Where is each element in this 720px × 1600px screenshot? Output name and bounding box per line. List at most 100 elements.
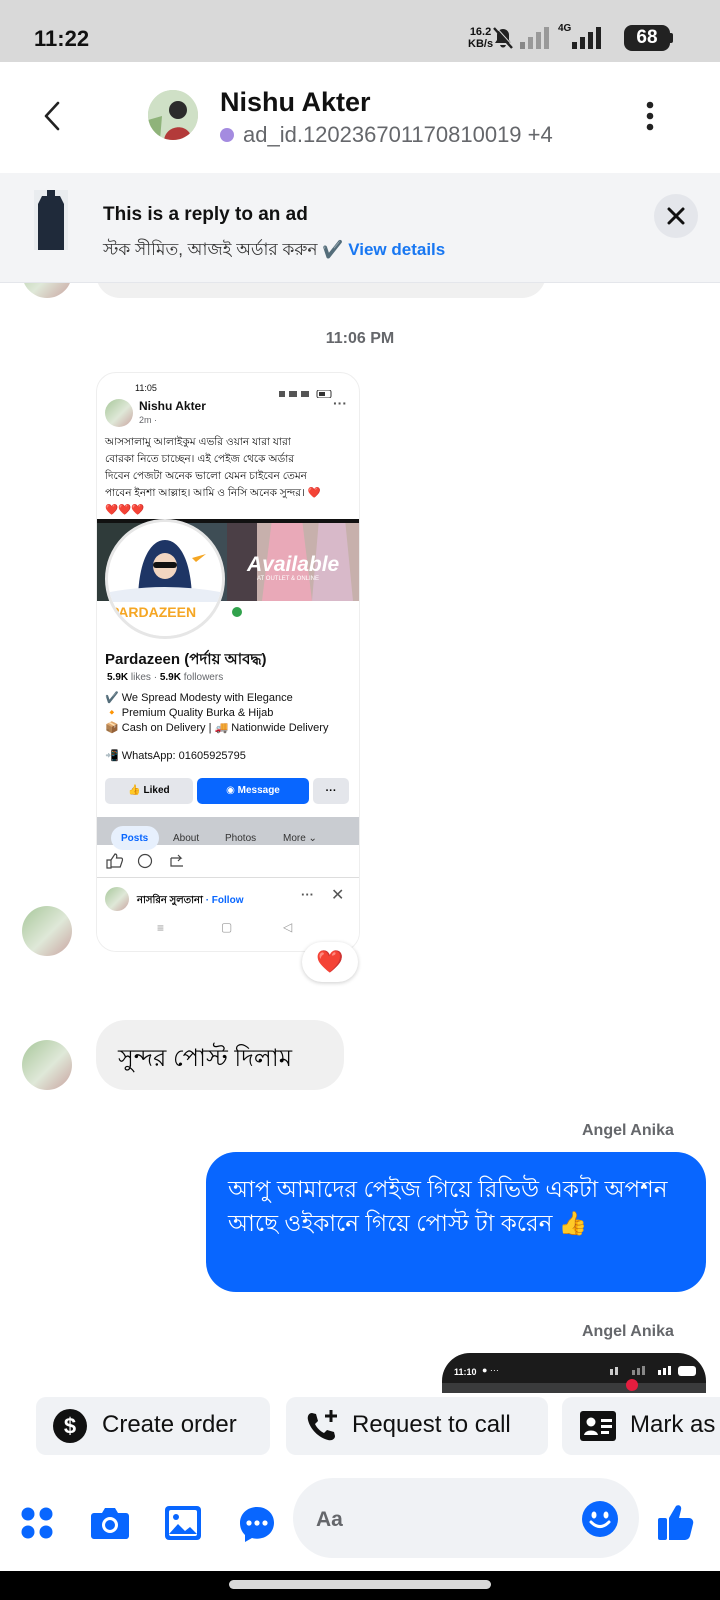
shot-post-actions bbox=[105, 852, 195, 870]
message-timestamp: 11:06 PM bbox=[325, 330, 395, 347]
preview-status-time: 11:10 bbox=[454, 1367, 477, 1377]
outgoing-screenshot-preview[interactable]: 11:10 ● ··· bbox=[442, 1353, 706, 1393]
request-to-call-button[interactable]: Request to call bbox=[286, 1397, 548, 1455]
ad-indicator-dot bbox=[220, 128, 234, 142]
messenger-icon: ◉ bbox=[226, 785, 235, 796]
shot-page-logo: PARDAZEEN bbox=[105, 519, 225, 639]
shot-online-dot bbox=[230, 605, 244, 619]
ad-reply-banner[interactable]: This is a reply to an ad স্টক সীমিত, আজই… bbox=[0, 173, 720, 283]
network-speed-value: 16.2 bbox=[469, 26, 492, 38]
outgoing-message-bubble[interactable]: আপু আমাদের পেইজ গিয়ে রিভিউ একটা অপশন আছ… bbox=[206, 1152, 706, 1292]
request-to-call-label: Request to call bbox=[352, 1411, 511, 1438]
incoming-message-text: সুন্দর পোস্ট দিলাম bbox=[118, 1045, 293, 1072]
like-icon[interactable] bbox=[656, 1502, 696, 1542]
bio-line: 📦 Cash on Delivery | 🚚 Nationwide Delive… bbox=[105, 722, 329, 734]
apps-icon[interactable] bbox=[20, 1506, 54, 1540]
heart-icon: ❤️ bbox=[316, 949, 344, 974]
shot-author-avatar bbox=[105, 399, 133, 427]
home-gesture-handle[interactable] bbox=[229, 1580, 491, 1589]
chat-header: Nishu Akter ad_id.120236701170810019 +4 bbox=[0, 62, 720, 172]
shot-next-avatar bbox=[105, 887, 129, 911]
heart-reaction[interactable]: ❤️ bbox=[302, 942, 358, 982]
shot-next-post-header: নাসরিন সুলতানা · Follow bbox=[137, 893, 243, 910]
bio-line: ✔️ We Spread Modesty with Elegance bbox=[105, 692, 293, 704]
shot-next-author: নাসরিন সুলতানা bbox=[137, 895, 203, 906]
contact-avatar[interactable] bbox=[148, 90, 198, 140]
shot-tab-about: About bbox=[173, 833, 200, 844]
incoming-message-bubble[interactable]: সুন্দর পোস্ট দিলাম bbox=[96, 1020, 344, 1090]
emoji-icon[interactable] bbox=[581, 1500, 619, 1538]
preview-strip bbox=[442, 1383, 706, 1393]
shot-next-menu-icon: ··· bbox=[301, 887, 314, 902]
shot-tab-photos: Photos bbox=[225, 833, 257, 844]
create-order-label: Create order bbox=[102, 1411, 237, 1438]
shot-message-label: Message bbox=[237, 785, 280, 796]
mute-icon bbox=[493, 26, 514, 49]
battery-indicator: 68 bbox=[624, 25, 670, 51]
cover-sub-text: AT OUTLET & ONLINE bbox=[257, 576, 320, 582]
sender-name: Angel Anika bbox=[582, 1323, 674, 1340]
ad-reply-title: This is a reply to an ad bbox=[103, 204, 308, 225]
ad-reply-text: স্টক সীমিত, আজই অর্ডার করুন ✔️ View deta… bbox=[103, 237, 445, 265]
status-time: 11:22 bbox=[34, 26, 90, 51]
create-order-button[interactable]: $ Create order bbox=[36, 1397, 270, 1455]
more-options-icon[interactable] bbox=[644, 100, 656, 132]
ad-id-label[interactable]: ad_id.120236701170810019 +4 bbox=[243, 122, 553, 148]
outgoing-message-text: আপু আমাদের পেইজ গিয়ে রিভিউ একটা অপশন আছ… bbox=[228, 1176, 668, 1236]
shot-author-name: Nishu Akter bbox=[139, 399, 206, 413]
shot-post-meta: 2m · bbox=[139, 415, 157, 425]
shot-nav-recents-icon: ≡ bbox=[157, 921, 165, 935]
bio-line: 📲 WhatsApp: 01605925795 bbox=[105, 750, 246, 762]
close-icon bbox=[667, 207, 685, 225]
close-banner-button[interactable] bbox=[654, 194, 698, 238]
signal-1-icon bbox=[520, 27, 549, 49]
shot-divider bbox=[97, 877, 359, 878]
view-details-link[interactable]: View details bbox=[348, 240, 445, 259]
shot-follow-link: · Follow bbox=[205, 895, 244, 906]
contact-name[interactable]: Nishu Akter bbox=[220, 87, 371, 118]
shot-post-menu-icon: ··· bbox=[333, 395, 347, 411]
dollar-icon: $ bbox=[53, 1409, 87, 1443]
svg-text:$: $ bbox=[64, 1414, 76, 1439]
preview-badge bbox=[626, 1379, 638, 1391]
shot-liked-label: Liked bbox=[143, 785, 170, 796]
preview-status-icons: ● ··· bbox=[482, 1365, 499, 1375]
shot-tabs-bar: Posts About Photos More ⌄ bbox=[97, 817, 359, 850]
ad-copy: স্টক সীমিত, আজই অর্ডার করুন ✔️ bbox=[103, 240, 344, 259]
mark-as-label: Mark as bbox=[630, 1411, 716, 1438]
caption-line: আসসালামু আলাইকুম এভরি ওয়ান যারা যারা bbox=[105, 436, 291, 448]
sender-name: Angel Anika bbox=[582, 1122, 674, 1139]
caption-line: বোরকা নিতে চাচ্ছেন। এই পেইজ থেকে অর্ডার bbox=[105, 453, 295, 465]
shot-likes-count: 5.9K bbox=[107, 672, 129, 683]
caption-line: ❤️❤️❤️ bbox=[105, 504, 145, 516]
shot-nav-back-icon: ◁ bbox=[283, 920, 293, 934]
shot-status-icons-graphic bbox=[279, 389, 332, 399]
gallery-icon[interactable] bbox=[164, 1505, 202, 1541]
shot-status-icons bbox=[279, 385, 335, 399]
ad-thumbnail bbox=[34, 190, 68, 250]
shot-liked-button: 👍 Liked bbox=[105, 778, 193, 804]
mark-as-button[interactable]: Mark as bbox=[562, 1397, 720, 1455]
phone-add-icon bbox=[307, 1410, 337, 1441]
preview-signal-icons bbox=[610, 1366, 696, 1376]
cover-available-text: Available bbox=[247, 553, 340, 576]
shot-status-time: 11:05 bbox=[135, 383, 157, 393]
message-input-placeholder: Aa bbox=[316, 1508, 343, 1531]
avatar-photo-icon bbox=[148, 90, 198, 140]
sender-avatar-1[interactable] bbox=[22, 906, 72, 956]
id-card-icon bbox=[580, 1411, 616, 1441]
shot-likes-label: likes bbox=[130, 672, 151, 683]
shot-page-bio: ✔️ We Spread Modesty with Elegance 🔸 Pre… bbox=[105, 691, 328, 764]
chat-bubble-icon[interactable] bbox=[238, 1505, 276, 1543]
status-bar: 11:22 16.2 KB/s 4G 68 bbox=[0, 0, 720, 62]
camera-icon[interactable] bbox=[90, 1505, 130, 1541]
shot-tab-posts: Posts bbox=[121, 833, 149, 844]
logo-text: PARDAZEEN bbox=[110, 604, 197, 620]
shot-tab-more: More ⌄ bbox=[283, 833, 317, 844]
back-icon[interactable] bbox=[40, 100, 64, 132]
shared-screenshot-image[interactable]: 11:05 Nishu Akter 2m · ··· আসসালামু আলাই… bbox=[96, 372, 360, 952]
bio-line: 🔸 Premium Quality Burka & Hijab bbox=[105, 707, 274, 719]
shot-followers-label: followers bbox=[183, 672, 224, 683]
sender-avatar-2[interactable] bbox=[22, 1040, 72, 1090]
shot-post-action-icons bbox=[106, 853, 183, 869]
